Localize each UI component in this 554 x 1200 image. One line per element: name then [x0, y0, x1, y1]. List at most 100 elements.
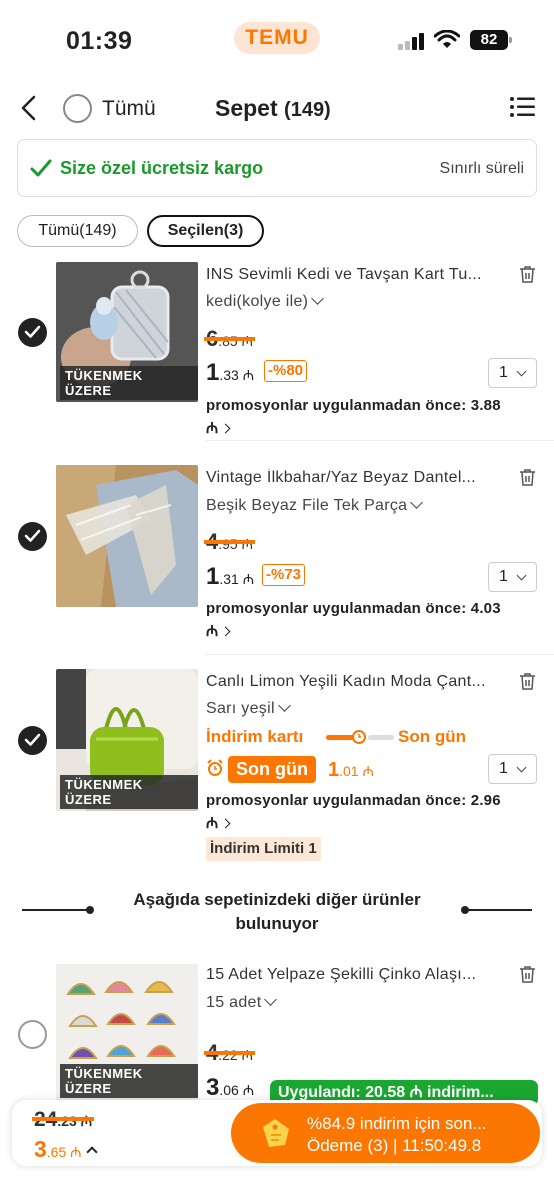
wifi-icon [434, 30, 460, 48]
quantity-selector[interactable]: 1 [488, 562, 537, 592]
trash-icon[interactable] [519, 265, 536, 284]
product-title[interactable]: Canlı Limon Yeşili Kadın Moda Çant... [206, 673, 511, 691]
page-title-text: Sepet [215, 95, 278, 121]
variant-label: kedi(kolye ile) [206, 293, 309, 310]
other-items-heading: Aşağıda sepetinizdeki diğer ürünler bulu… [133, 890, 421, 933]
quantity-selector[interactable]: 1 [488, 754, 537, 784]
variant-selector[interactable]: Sarı yeşil [206, 699, 291, 718]
select-all-radio[interactable] [63, 94, 92, 123]
discount-limit-badge: İndirim Limiti 1 [206, 837, 321, 861]
sale-price: 1.01 ₼ [328, 759, 374, 782]
quantity-value: 1 [499, 760, 508, 777]
variant-selector[interactable]: kedi(kolye ile) [206, 292, 325, 311]
price-dec: .31 [219, 571, 239, 587]
chevron-down-icon [311, 292, 325, 305]
currency-symbol: ₼ [242, 1082, 255, 1098]
price-int: 1 [206, 563, 220, 590]
cart-item: TÜKENMEK ÜZERE INS Sevimli Kedi ve Tavşa… [0, 262, 554, 442]
chevron-right-icon [220, 818, 231, 829]
currency-symbol: ₼ [70, 1144, 82, 1160]
sale-price: 1.31 ₼ [206, 563, 254, 591]
checkmark-icon [24, 733, 41, 746]
free-shipping-text: Size özel ücretsiz kargo [60, 158, 264, 178]
progress-track [368, 735, 394, 740]
item-checkbox[interactable] [18, 318, 47, 347]
discount-badge: -%73 [262, 564, 306, 586]
product-image[interactable]: TÜKENMEK ÜZERE [56, 964, 198, 1100]
item-checkbox[interactable] [18, 522, 47, 551]
chevron-right-icon [220, 423, 231, 434]
quantity-value: 1 [499, 364, 508, 381]
chevron-down-icon [264, 993, 278, 1006]
promo-price-link[interactable]: promosyonlar uygulanmadan önce: 2.96 ₼ [206, 789, 526, 835]
promo-price-link[interactable]: promosyonlar uygulanmadan önce: 4.03 ₼ [206, 597, 526, 643]
total-old-dec: .23 [57, 1113, 77, 1129]
original-price: 4.95 ₼ [204, 529, 255, 555]
filter-all-chip[interactable]: Tümü(149) [17, 215, 138, 247]
free-shipping-banner: Size özel ücretsiz kargo Sınırlı süreli [17, 139, 537, 197]
strikethrough [204, 540, 255, 544]
checkout-discount-text: %84.9 indirim için son... [307, 1114, 487, 1133]
separator-dot-left [86, 906, 94, 914]
original-price: 6.85 ₼ [204, 326, 255, 352]
currency-symbol: ₼ [206, 815, 219, 832]
status-bar: 01:39 TEMU 82 [0, 0, 554, 80]
variant-label: Sarı yeşil [206, 700, 275, 717]
cart-item: Vintage İlkbahar/Yaz Beyaz Dantel... Beş… [0, 465, 554, 655]
total-original-price: 24.23 ₼ [32, 1108, 95, 1132]
cart-header: Tümü Sepet (149) [0, 84, 554, 132]
currency-symbol: ₼ [80, 1113, 93, 1129]
total-price-toggle[interactable]: 3.65 ₼ [34, 1136, 98, 1163]
signal-icon [398, 32, 426, 50]
chevron-down-icon [410, 496, 424, 509]
trash-icon[interactable] [519, 672, 536, 691]
discount-badge: -%80 [264, 360, 308, 382]
total-new-dec: .65 [46, 1144, 67, 1160]
trash-icon[interactable] [519, 468, 536, 487]
checkout-button[interactable]: %84.9 indirim için son... Ödeme (3) | 11… [231, 1103, 540, 1163]
checkout-timer-text: Ödeme (3) | 11:50:49.8 [307, 1136, 482, 1155]
alarm-clock-icon [207, 759, 223, 776]
total-new-int: 3 [34, 1136, 47, 1162]
cart-item: TÜKENMEK ÜZERE Canlı Limon Yeşili Kadın … [0, 669, 554, 869]
trash-icon[interactable] [519, 965, 536, 984]
chevron-up-icon [85, 1146, 98, 1158]
quantity-selector[interactable]: 1 [488, 358, 537, 388]
low-stock-tag: TÜKENMEK ÜZERE [60, 775, 198, 809]
strikethrough [32, 1117, 95, 1121]
select-all-label[interactable]: Tümü [102, 97, 156, 121]
strikethrough [204, 1051, 255, 1055]
price-dec: .01 [339, 763, 359, 779]
status-time: 01:39 [66, 27, 133, 55]
back-arrow-icon[interactable] [18, 94, 40, 122]
battery-icon: 82 [470, 30, 512, 50]
filter-selected-chip[interactable]: Seçilen(3) [147, 215, 264, 247]
divider [206, 654, 554, 655]
divider [206, 440, 554, 441]
product-title[interactable]: 15 Adet Yelpaze Şekilli Çinko Alaşı... [206, 966, 511, 984]
old-price-dec: .85 [218, 333, 238, 349]
product-image[interactable]: TÜKENMEK ÜZERE [56, 262, 198, 402]
quantity-value: 1 [499, 568, 508, 585]
item-checkbox[interactable] [18, 1020, 47, 1049]
price-int: 3 [206, 1074, 220, 1101]
product-title[interactable]: Vintage İlkbahar/Yaz Beyaz Dantel... [206, 469, 511, 487]
original-price: 4.22 ₼ [204, 1040, 255, 1066]
promo-text: promosyonlar uygulanmadan önce: 2.96 [206, 792, 501, 809]
lace-skirt-image [56, 465, 198, 607]
variant-selector[interactable]: 15 adet [206, 993, 278, 1012]
checkout-bar: 24.23 ₼ 3.65 ₼ %84.9 indirim için son...… [12, 1100, 542, 1166]
currency-symbol: ₼ [241, 333, 253, 349]
limited-time-text: Sınırlı süreli [439, 160, 524, 177]
product-title[interactable]: INS Sevimli Kedi ve Tavşan Kart Tu... [206, 266, 511, 284]
currency-symbol: ₼ [241, 1047, 253, 1063]
product-image[interactable]: TÜKENMEK ÜZERE [56, 669, 198, 811]
variant-label: Beşik Beyaz File Tek Parça [206, 497, 408, 514]
list-menu-icon[interactable] [510, 96, 535, 118]
item-checkbox[interactable] [18, 726, 47, 755]
currency-symbol: ₼ [242, 367, 255, 383]
variant-selector[interactable]: Beşik Beyaz File Tek Parça [206, 496, 424, 515]
variant-label: 15 adet [206, 994, 262, 1011]
product-image[interactable] [56, 465, 198, 607]
promo-price-link[interactable]: promosyonlar uygulanmadan önce: 3.88 ₼ [206, 394, 526, 440]
